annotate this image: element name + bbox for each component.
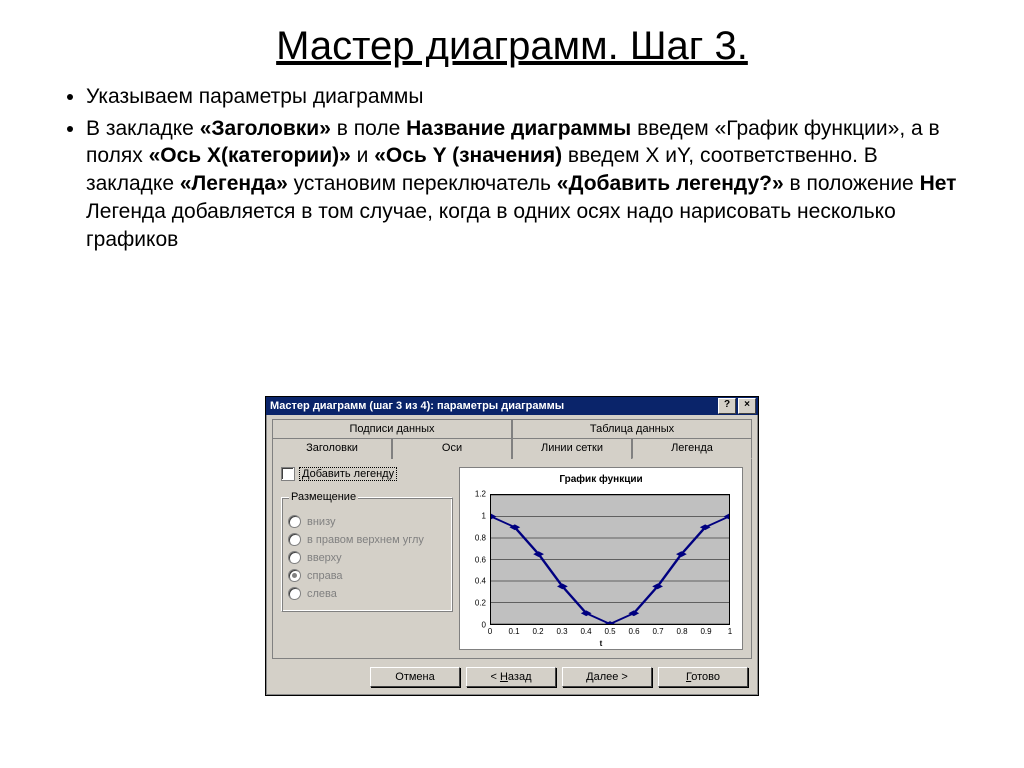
close-button[interactable]: × xyxy=(738,398,756,414)
dialog-button-row: Отмена < Назад Далее > Готово xyxy=(266,659,758,689)
cancel-button[interactable]: Отмена xyxy=(370,667,460,687)
chart-xticks: 00.10.20.30.40.50.60.70.80.91 xyxy=(490,627,730,637)
slide: Мастер диаграмм. Шаг 3. Указываем параме… xyxy=(0,0,1024,768)
radio-top-right[interactable]: в правом верхнем углу xyxy=(288,533,446,546)
add-legend-checkbox[interactable]: Добавить легенду xyxy=(281,467,453,481)
chart-preview: График функции 00.20.40.60.811.2 00.10.2… xyxy=(459,467,743,650)
chart-svg xyxy=(491,495,729,624)
add-legend-label: Добавить легенду xyxy=(299,467,397,481)
legend-controls: Добавить легенду Размещение внизу в прав… xyxy=(281,467,453,650)
bullet-list: Указываем параметры диаграммы В закладке… xyxy=(60,83,964,253)
bullet-2: В закладке «Заголовки» в поле Название д… xyxy=(86,115,964,254)
radio-left[interactable]: слева xyxy=(288,587,446,600)
placement-group: внизу в правом верхнем углу вверху справ… xyxy=(281,497,453,612)
bullet-1: Указываем параметры диаграммы xyxy=(86,83,964,111)
chart-title: График функции xyxy=(460,468,742,485)
next-button[interactable]: Далее > xyxy=(562,667,652,687)
checkbox-box[interactable] xyxy=(281,467,295,481)
slide-title: Мастер диаграмм. Шаг 3. xyxy=(0,0,1024,77)
chart-plot-area xyxy=(490,494,730,625)
help-button[interactable]: ? xyxy=(718,398,736,414)
slide-body: Указываем параметры диаграммы В закладке… xyxy=(0,83,1024,253)
chart-yticks: 00.20.40.60.811.2 xyxy=(464,494,488,625)
tab-gridlines[interactable]: Линии сетки xyxy=(512,438,632,459)
chart-xlabel: t xyxy=(460,639,742,648)
dialog-title: Мастер диаграмм (шаг 3 из 4): параметры … xyxy=(270,400,716,412)
radio-bottom[interactable]: внизу xyxy=(288,515,446,528)
tab-data-table[interactable]: Таблица данных xyxy=(512,419,752,439)
finish-button[interactable]: Готово xyxy=(658,667,748,687)
tab-data-labels[interactable]: Подписи данных xyxy=(272,419,512,439)
placement-group-label: Размещение xyxy=(289,491,358,503)
tab-titles[interactable]: Заголовки xyxy=(272,438,392,459)
title-bar[interactable]: Мастер диаграмм (шаг 3 из 4): параметры … xyxy=(266,397,758,415)
chart-wizard-dialog: Мастер диаграмм (шаг 3 из 4): параметры … xyxy=(265,396,759,696)
back-button[interactable]: < Назад xyxy=(466,667,556,687)
tab-axes[interactable]: Оси xyxy=(392,438,512,459)
radio-right[interactable]: справа xyxy=(288,569,446,582)
tab-panel-legend: Добавить легенду Размещение внизу в прав… xyxy=(272,459,752,659)
radio-top[interactable]: вверху xyxy=(288,551,446,564)
tab-row-bottom: Заголовки Оси Линии сетки Легенда xyxy=(272,438,752,459)
tab-legend[interactable]: Легенда xyxy=(632,438,752,459)
tab-row-top: Подписи данных Таблица данных xyxy=(272,419,752,439)
